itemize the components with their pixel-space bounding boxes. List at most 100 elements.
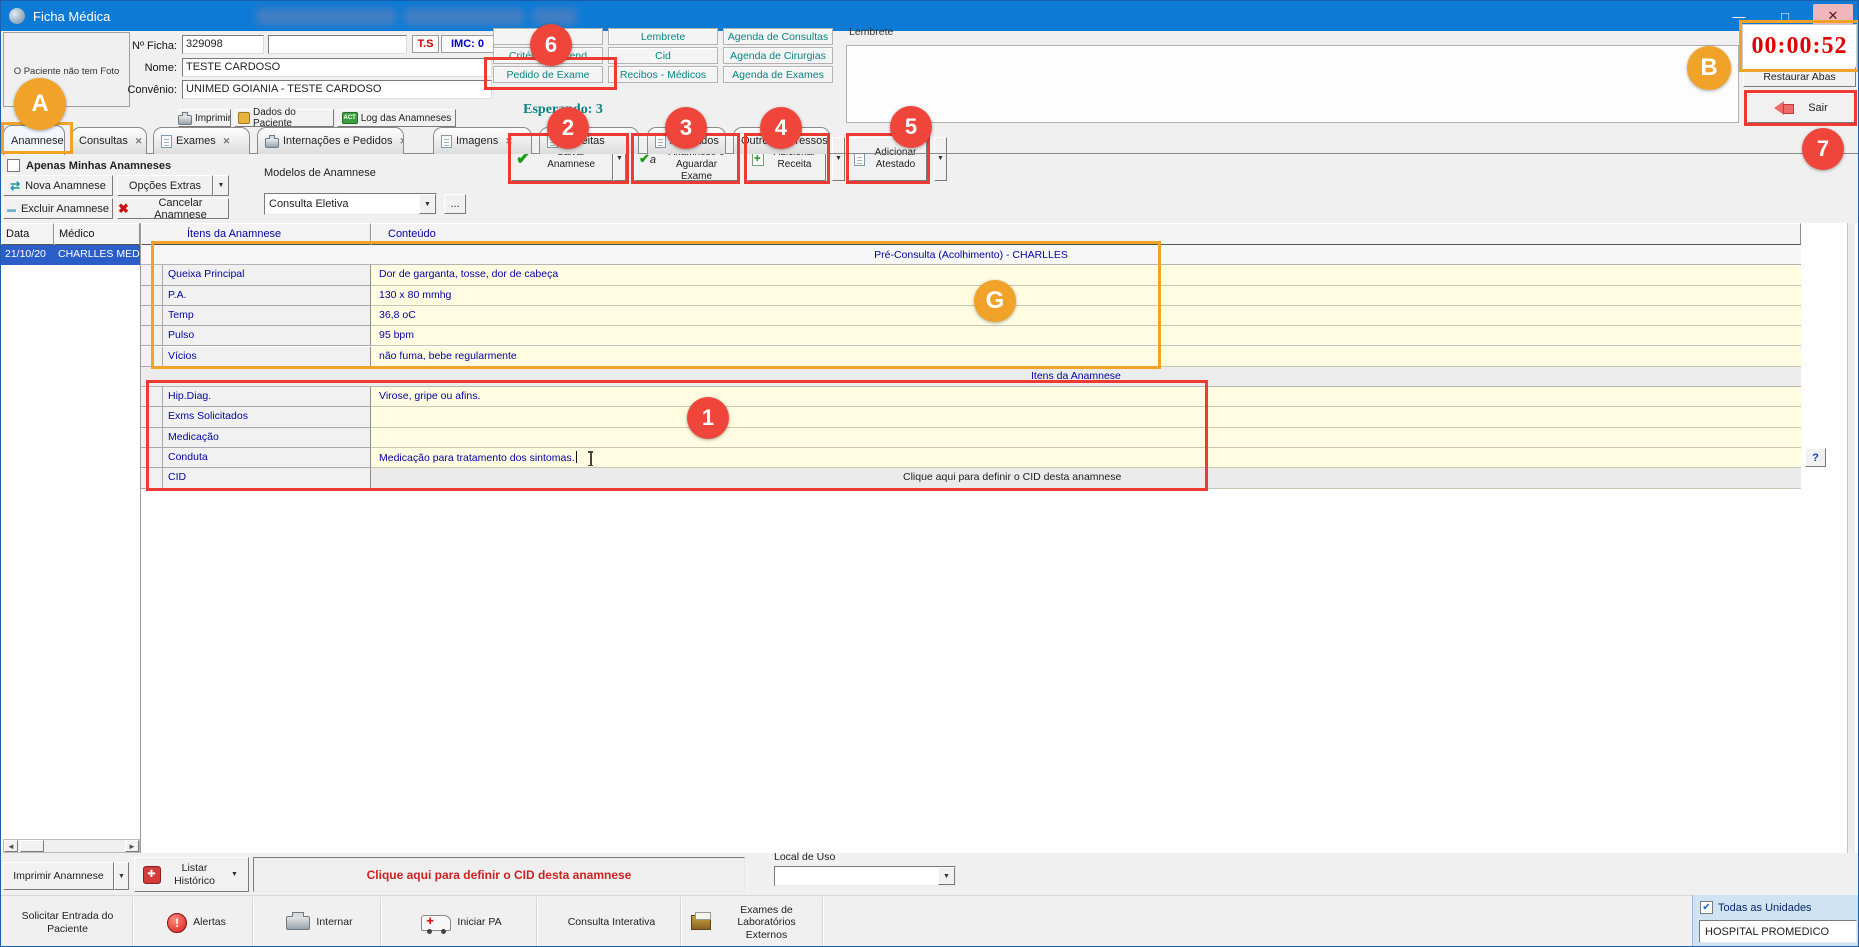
dados-do-paciente-button[interactable]: Dados do Paciente [234,109,334,127]
close-icon[interactable] [135,135,143,147]
apenas-minhas-checkbox[interactable] [7,159,20,172]
close-icon[interactable] [223,135,231,147]
ficha-extra-field[interactable] [268,35,407,54]
cid-button[interactable]: Cid [608,47,718,64]
toolbar-button-label: Exames de Laboratórios Externos [717,904,816,942]
item-value[interactable]: 95 bpm [371,326,1801,346]
table-row-medicacao[interactable]: Medicação [141,428,1801,448]
tab-internacoes-e-pedidos[interactable]: Internações e Pedidos [257,127,404,154]
restaurar-abas-button[interactable]: Restaurar Abas [1743,67,1856,87]
internar-button[interactable]: Internar [259,897,381,947]
table-row-pre-consulta-acolhimento-charlles[interactable]: Pré-Consulta (Acolhimento) - CHARLLES [141,245,1801,265]
unidade-field[interactable]: HOSPITAL PROMEDICO [1699,920,1857,943]
horizontal-scrollbar[interactable] [3,839,140,853]
opcoes-extras-button[interactable]: Opções Extras [117,175,213,196]
chevron-down-icon[interactable] [419,194,436,214]
todas-unidades-checkbox[interactable] [1700,901,1713,914]
alertas-button[interactable]: Alertas [141,897,253,947]
imprimir-anamnese-dropdown[interactable] [114,862,129,890]
tab-exames[interactable]: Exames [153,127,250,154]
log-anamneses-button[interactable]: ACT Log das Anamneses [337,109,456,127]
item-value[interactable] [371,407,1801,427]
close-icon[interactable] [399,135,404,147]
tab-imagens[interactable]: Imagens [433,127,532,154]
item-label[interactable]: Hip.Diag. [163,387,371,407]
item-label[interactable]: Conduta [163,448,371,468]
imprimir-button[interactable]: Imprimir [178,109,231,127]
modelo-browse-button[interactable]: ... [444,194,466,214]
anamnese-list-row-selected[interactable]: 21/10/20 CHARLLES MEDICO [1,245,140,265]
sair-button[interactable]: Sair [1747,93,1855,123]
item-label[interactable]: Temp [163,306,371,326]
table-row-pulso[interactable]: Pulso95 bpm [141,326,1801,346]
item-label[interactable]: Pulso [163,326,371,346]
item-label[interactable]: CID [163,468,371,488]
column-header-itens[interactable]: Ítens da Anamnese [141,223,371,245]
imc-button[interactable]: IMC: 0 [441,35,494,53]
iniciar-pa-button[interactable]: Iniciar PA [387,897,537,947]
item-value[interactable]: Virose, gripe ou afins. [371,387,1801,407]
consulta-interativa-button[interactable]: Consulta Interativa [543,897,681,947]
item-label[interactable]: Exms Solicitados [163,407,371,427]
table-row-exms-solicitados[interactable]: Exms Solicitados [141,407,1801,427]
close-icon[interactable] [505,135,513,147]
scroll-right-icon[interactable] [125,840,139,852]
apenas-minhas-row[interactable]: Apenas Minhas Anamneses [7,159,171,172]
annotation-badge-4: 4 [760,107,802,149]
todas-unidades-row[interactable]: Todas as Unidades [1700,901,1812,914]
table-row-vicios[interactable]: Víciosnão fuma, bebe regularmente [141,347,1801,367]
scrollbar-thumb[interactable] [20,840,44,852]
tab-consultas[interactable]: Consultas [71,127,147,154]
vertical-scrollbar[interactable] [1847,223,1855,853]
convenio-field[interactable]: UNIMED GOIANIA - TESTE CARDOSO [182,80,492,99]
table-row-temp[interactable]: Temp36,8 oC [141,306,1801,326]
ficha-field[interactable]: 329098 [182,35,264,54]
table-row-queixa-principal[interactable]: Queixa PrincipalDor de garganta, tosse, … [141,265,1801,285]
exames-de-laboratorios-externos-button[interactable]: Exames de Laboratórios Externos [685,897,823,947]
item-label[interactable]: Medicação [163,428,371,448]
cancelar-anamnese-button[interactable]: Cancelar Anamnese [117,198,229,219]
cancelar-anamnese-label: Cancelar Anamnese [133,197,228,221]
column-header-data[interactable]: Data [1,223,54,245]
local-de-uso-label: Local de Uso [774,851,835,863]
chevron-down-icon[interactable] [229,871,241,878]
agenda-consultas-button[interactable]: Agenda de Consultas [723,28,833,45]
column-header-medico[interactable]: Médico [54,223,140,245]
excluir-anamnese-button[interactable]: Excluir Anamnese [3,198,113,219]
item-value[interactable]: 36,8 oC [371,306,1801,326]
item-label[interactable]: Queixa Principal [163,265,371,285]
opcoes-extras-dropdown[interactable] [213,175,229,196]
receita-dropdown[interactable] [832,137,845,181]
column-header-conteudo[interactable]: Conteúdo [371,223,1801,245]
solicitar-entrada-do-paciente-button[interactable]: Solicitar Entrada do Paciente [3,897,133,947]
pedido-exame-button[interactable]: Pedido de Exame [493,66,603,83]
modelo-combobox[interactable]: Consulta Eletiva [264,193,437,215]
agenda-cirurgias-button[interactable]: Agenda de Cirurgias [723,47,833,64]
item-value[interactable]: Dor de garganta, tosse, dor de cabeça [371,265,1801,285]
nova-anamnese-button[interactable]: Nova Anamnese [3,175,113,196]
ts-button[interactable]: T.S [412,35,439,53]
nome-field[interactable]: TESTE CARDOSO [182,58,492,77]
lembrete-button[interactable]: Lembrete [608,28,718,45]
cid-banner[interactable]: Clique aqui para definir o CID desta ana… [253,857,745,892]
item-label[interactable]: Vícios [163,347,371,367]
item-value[interactable] [371,428,1801,448]
help-button[interactable]: ? [1805,448,1826,467]
table-row-hip-diag[interactable]: Hip.Diag.Virose, gripe ou afins. [141,387,1801,407]
item-label[interactable]: P.A. [163,286,371,306]
chevron-down-icon[interactable] [938,867,955,885]
recibos-medicos-button[interactable]: Recibos - Médicos [608,66,718,83]
table-row-itens-da-anamnese[interactable]: Itens da Anamnese [141,367,1801,387]
local-de-uso-combobox[interactable] [774,866,956,886]
scroll-left-icon[interactable] [4,840,18,852]
listar-historico-button[interactable]: Listar Histórico [134,857,249,892]
item-value[interactable]: não fuma, bebe regularmente [371,347,1801,367]
imprimir-anamnese-button[interactable]: Imprimir Anamnese [3,862,114,890]
table-row-conduta[interactable]: CondutaMedicação para tratamento dos sin… [141,448,1801,468]
table-row-cid[interactable]: CIDClique aqui para definir o CID desta … [141,468,1801,488]
atestado-dropdown[interactable] [934,137,947,181]
item-value[interactable]: 130 x 80 mmhg [371,286,1801,306]
agenda-exames-button[interactable]: Agenda de Exames [723,66,833,83]
table-row-p-a[interactable]: P.A.130 x 80 mmhg [141,286,1801,306]
item-value[interactable]: Clique aqui para definir o CID desta ana… [371,468,1801,488]
